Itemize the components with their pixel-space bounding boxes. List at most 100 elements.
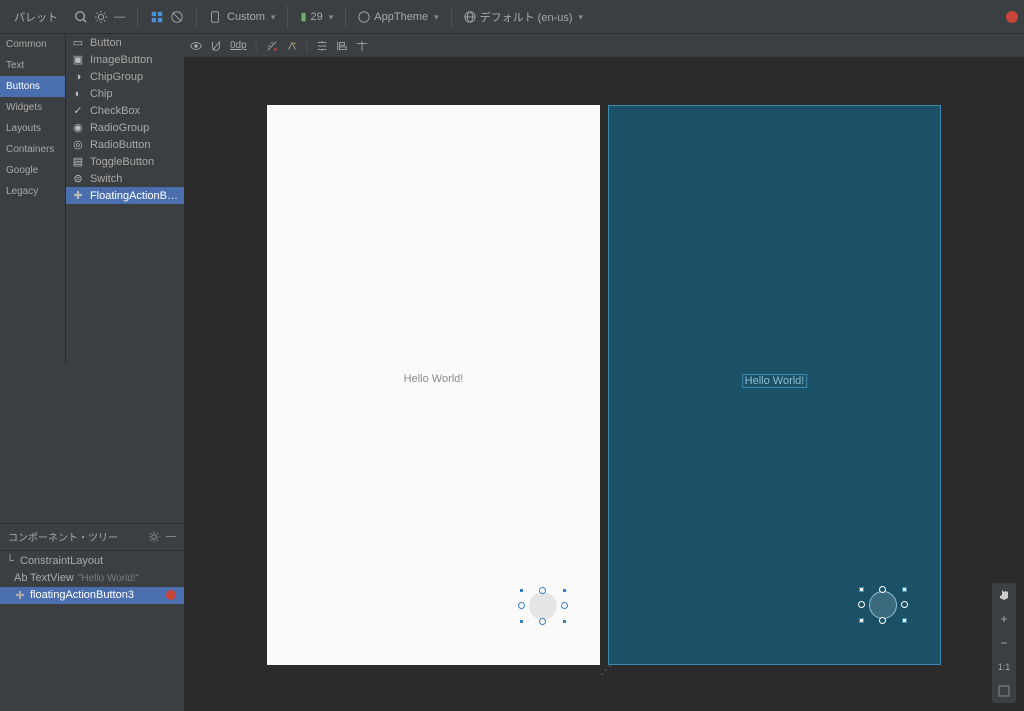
fab-icon: ✚ (72, 190, 84, 202)
error-indicator[interactable] (1006, 11, 1018, 23)
api-select[interactable]: ▮ 29 (300, 10, 333, 23)
component-tree-header: コンポーネント・ツリー — (0, 523, 184, 551)
textview-preview[interactable]: Hello World! (404, 373, 464, 385)
palette-item-radiogroup[interactable]: ◉ RadioGroup (66, 119, 184, 136)
magnet-icon[interactable] (210, 40, 222, 52)
minimize-icon[interactable]: — (114, 11, 125, 23)
palette-category-layouts[interactable]: Layouts (0, 118, 65, 139)
design-toolbar: 0dp | | (184, 34, 1024, 58)
fab-icon: ✚ (14, 589, 26, 602)
design-mode-icon[interactable] (150, 10, 164, 24)
palette-item-radiobutton[interactable]: ◎ RadioButton (66, 136, 184, 153)
search-icon[interactable] (74, 10, 88, 24)
theme-icon (358, 11, 370, 23)
tree-node-textview[interactable]: Ab TextView "Hello World!" (0, 570, 184, 587)
error-badge (166, 590, 176, 600)
guideline-icon[interactable] (356, 40, 368, 52)
radio-button-icon: ◎ (72, 139, 84, 151)
gear-icon[interactable] (94, 10, 108, 24)
theme-select[interactable]: AppTheme (358, 11, 438, 23)
palette-category-legacy[interactable]: Legacy (0, 181, 65, 202)
component-tree: └ConstraintLayout Ab TextView "Hello World… (0, 551, 184, 711)
locale-label: デフォルト (en-us) (480, 9, 573, 25)
zoom-reset-button[interactable]: 1:1 (992, 655, 1016, 679)
theme-label: AppTheme (374, 11, 428, 23)
tree-node-floatingactionbutton3[interactable]: ✚floatingActionButton3 (0, 587, 184, 604)
palette-item-chipgroup[interactable]: ◑ ChipGroup (66, 68, 184, 85)
textview-blueprint[interactable]: Hello World! (742, 374, 808, 388)
zoom-out-button[interactable]: − (992, 631, 1016, 655)
blueprint-mode-icon[interactable] (170, 10, 184, 24)
tree-node-hint: "Hello World!" (78, 573, 139, 584)
palette-item-togglebutton[interactable]: ▤ ToggleButton (66, 153, 184, 170)
fab-shape (869, 591, 897, 619)
orientation-icon[interactable] (209, 11, 221, 23)
api-icon: ▮ (300, 10, 306, 23)
palette-item-label: Chip (90, 88, 113, 100)
palette-category-widgets[interactable]: Widgets (0, 97, 65, 118)
canvas[interactable]: Hello World! ⋰ Hello Wo (184, 58, 1024, 711)
palette-item-label: ToggleButton (90, 156, 154, 168)
blueprint-view[interactable]: Hello World! (608, 105, 941, 665)
design-surface: 0dp | | Hello World! (184, 34, 1024, 711)
palette-category-google[interactable]: Google (0, 160, 65, 181)
fab-selection-blueprint[interactable] (862, 590, 904, 620)
tree-title: コンポーネント・ツリー (8, 529, 142, 544)
palette-item-label: FloatingActionB… (90, 190, 178, 202)
design-view[interactable]: Hello World! ⋰ (267, 105, 600, 665)
fab-shape (529, 592, 557, 620)
fab-selection[interactable] (522, 591, 564, 621)
button-icon: ▭ (72, 37, 84, 49)
device-label: Custom (227, 11, 265, 23)
palette-item-switch[interactable]: ⊜ Switch (66, 170, 184, 187)
palette-item-imagebutton[interactable]: ▣ ImageButton (66, 51, 184, 68)
palette-item-floatingactionb[interactable]: ✚ FloatingActionB… (66, 187, 184, 204)
image-button-icon: ▣ (72, 54, 84, 66)
chip-group-icon: ◑ (72, 71, 84, 83)
palette-item-label: ImageButton (90, 54, 152, 66)
pack-icon[interactable] (316, 40, 328, 52)
palette-item-label: Button (90, 37, 122, 49)
palette-item-label: ChipGroup (90, 71, 143, 83)
palette-category-containers[interactable]: Containers (0, 139, 65, 160)
locale-select[interactable]: デフォルト (en-us) (464, 9, 583, 25)
resize-grip[interactable]: ⋰ (600, 663, 612, 677)
palette-category-buttons[interactable]: Buttons (0, 76, 65, 97)
radio-group-icon: ◉ (72, 122, 84, 134)
clear-constraints-icon[interactable] (266, 40, 278, 52)
palette-item-label: CheckBox (90, 105, 140, 117)
palette-item-label: RadioButton (90, 139, 151, 151)
palette-item-label: Switch (90, 173, 122, 185)
palette-category-common[interactable]: Common (0, 34, 65, 55)
palette-item-label: RadioGroup (90, 122, 149, 134)
api-label: 29 (311, 11, 323, 23)
chip-icon: ◐ (72, 88, 84, 100)
checkbox-icon: ✓ (72, 105, 84, 117)
device-select[interactable]: Custom (227, 11, 275, 23)
left-sidebar: CommonTextButtonsWidgetsLayoutsContainer… (0, 34, 184, 711)
zoom-in-button[interactable]: + (992, 607, 1016, 631)
palette-item-chip[interactable]: ◐ Chip (66, 85, 184, 102)
tree-node-constraintlayout[interactable]: └ConstraintLayout (0, 553, 184, 570)
tree-node-label: TextView (30, 572, 74, 584)
palette-item-checkbox[interactable]: ✓ CheckBox (66, 102, 184, 119)
gear-icon[interactable] (148, 531, 160, 543)
zoom-fit-button[interactable] (992, 679, 1016, 703)
separator: | (306, 40, 309, 52)
palette-item-button[interactable]: ▭ Button (66, 34, 184, 51)
zoom-controls: + − 1:1 (992, 583, 1016, 703)
minimize-icon[interactable]: — (166, 531, 176, 542)
default-margin-button[interactable]: 0dp (230, 40, 247, 51)
align-icon[interactable] (336, 40, 348, 52)
globe-icon (464, 11, 476, 23)
switch-icon: ⊜ (72, 173, 84, 185)
separator: | (255, 40, 258, 52)
infer-constraints-icon[interactable] (286, 40, 298, 52)
main-toolbar: パレット — Custom ▮ 29 AppTheme デフォルト (en-us… (0, 0, 1024, 34)
text-icon: Ab (14, 572, 26, 584)
palette-categories: CommonTextButtonsWidgetsLayoutsContainer… (0, 34, 66, 364)
toggle-button-icon: ▤ (72, 156, 84, 168)
pan-button[interactable] (992, 583, 1016, 607)
eye-icon[interactable] (190, 40, 202, 52)
palette-category-text[interactable]: Text (0, 55, 65, 76)
